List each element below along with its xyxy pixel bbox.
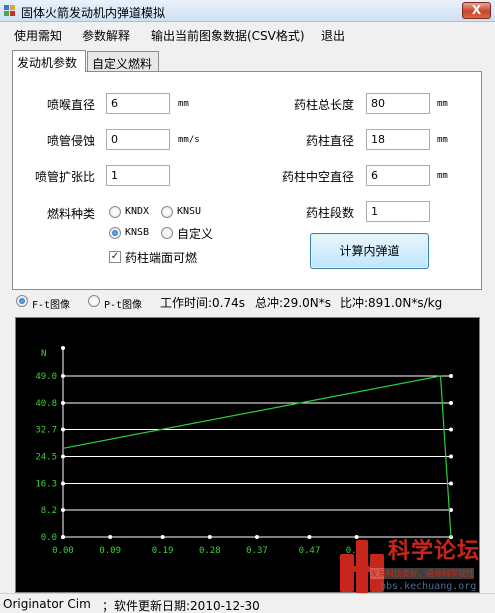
window-title: 固体火箭发动机内弹道模拟	[21, 6, 166, 20]
y-tick-label: 0.0	[41, 533, 57, 543]
x-tick-dot	[108, 535, 113, 539]
y-tick-label: 32.7	[35, 426, 57, 436]
y-axis-label: N	[41, 349, 46, 359]
nozzle-erosion-label: 喷管侵蚀	[47, 134, 96, 148]
ft-graph-radio[interactable]	[16, 295, 28, 307]
fuel-knsu-radio[interactable]	[161, 206, 173, 218]
pt-graph-radio[interactable]	[88, 295, 100, 307]
fuel-custom-label: 自定义	[177, 227, 214, 241]
x-tick-dot	[61, 535, 65, 539]
x-tick-label: 0.00	[52, 546, 74, 556]
grid-dot-right	[449, 400, 453, 405]
grain-diameter-label: 药柱直径	[306, 134, 355, 148]
status-update-date: ；软件更新日期:2010-12-30	[102, 599, 260, 613]
grid-dot-right	[449, 454, 453, 459]
grid-dot-left	[61, 508, 65, 513]
end-burn-label: 药柱端面可燃	[125, 251, 198, 265]
work-time-readout: 工作时间:0.74s	[160, 296, 246, 310]
engine-params-panel: 喷喉直径 mm 喷管侵蚀 mm/s 喷管扩张比 燃料种类 KNDX KNSU K…	[12, 71, 482, 290]
grid-dot-left	[61, 427, 65, 432]
grid-dot-left	[61, 374, 65, 378]
calculate-button[interactable]: 计算内弹道	[310, 233, 429, 269]
x-tick-dot	[255, 535, 259, 539]
tab-engine-params[interactable]: 发动机参数	[12, 50, 86, 72]
x-tick-dot	[160, 535, 165, 539]
fuel-custom-radio[interactable]	[161, 227, 173, 239]
fuel-type-label: 燃料种类	[47, 207, 96, 221]
menu-export-csv[interactable]: 输出当前图象数据(CSV格式)	[151, 27, 305, 44]
segments-label: 药柱段数	[306, 206, 355, 220]
menu-usage-notes[interactable]: 使用需知	[14, 27, 62, 44]
x-tick-label: 0.09	[99, 546, 121, 556]
app-icon	[4, 5, 16, 17]
y-tick-label: 16.3	[35, 479, 57, 489]
x-tick-label: 0.28	[199, 546, 221, 556]
fuel-knsu-label: KNSU	[177, 206, 202, 217]
grid-dot-right	[449, 374, 453, 378]
end-burn-checkbox[interactable]: ✓	[109, 251, 121, 263]
x-tick-label: 0.47	[299, 546, 321, 556]
segments-input[interactable]	[366, 201, 430, 222]
grain-length-input[interactable]	[366, 93, 430, 114]
fuel-knsb-label: KNSB	[125, 227, 150, 238]
y-axis-top-dot	[61, 346, 65, 350]
fuel-knsb-radio[interactable]	[109, 227, 121, 239]
fuel-kndx-label: KNDX	[125, 206, 150, 217]
menu-parameter-help[interactable]: 参数解释	[82, 27, 130, 44]
grain-length-label: 药柱总长度	[294, 98, 355, 112]
grain-length-unit: mm	[437, 99, 448, 109]
throat-diameter-input[interactable]	[106, 93, 170, 114]
watermark-title: 科学论坛	[388, 538, 481, 564]
core-diameter-input[interactable]	[366, 165, 430, 186]
grain-diameter-input[interactable]	[366, 129, 430, 150]
x-tick-dot	[207, 535, 212, 539]
grid-dot-right	[449, 427, 453, 432]
y-tick-label: 49.0	[35, 372, 57, 382]
menu-bar: 使用需知 参数解释 输出当前图象数据(CSV格式) 退出	[0, 22, 495, 46]
y-tick-label: 40.8	[35, 399, 57, 409]
y-tick-label: 24.5	[35, 453, 57, 463]
fuel-kndx-radio[interactable]	[109, 206, 121, 218]
nozzle-erosion-input[interactable]	[106, 129, 170, 150]
title-bar: 固体火箭发动机内弹道模拟 X	[0, 0, 495, 22]
expansion-ratio-input[interactable]	[106, 165, 170, 186]
tab-custom-fuel[interactable]: 自定义燃料	[87, 51, 159, 72]
close-button[interactable]: X	[462, 2, 491, 19]
grid-dot-left	[61, 454, 65, 459]
grid-dot-left	[61, 481, 65, 486]
core-diameter-unit: mm	[437, 171, 448, 181]
watermark-tagline: 发展科技爱好、倡导科学理性	[370, 568, 474, 579]
nozzle-erosion-unit: mm/s	[178, 135, 200, 145]
menu-exit[interactable]: 退出	[321, 27, 345, 44]
watermark-url: bbs.kechuang.org	[380, 581, 477, 592]
grid-dot-right	[449, 481, 453, 486]
specific-impulse-readout: 比冲:891.0N*s/kg	[340, 296, 443, 310]
total-impulse-readout: 总冲:29.0N*s	[255, 296, 331, 310]
throat-diameter-unit: mm	[178, 99, 189, 109]
x-tick-label: 0.19	[152, 546, 174, 556]
x-tick-dot	[307, 535, 312, 539]
y-tick-label: 8.2	[41, 506, 57, 516]
grain-diameter-unit: mm	[437, 135, 448, 145]
grid-dot-left	[61, 400, 65, 405]
status-bar: Originator Cim ；软件更新日期:2010-12-30	[0, 593, 495, 613]
pt-graph-label: P-t图像	[104, 300, 143, 311]
x-tick-label: 0.37	[246, 546, 268, 556]
core-diameter-label: 药柱中空直径	[282, 170, 355, 184]
ft-graph-label: F-t图像	[32, 300, 71, 311]
status-author: Originator Cim	[3, 597, 91, 611]
throat-diameter-label: 喷喉直径	[47, 98, 96, 112]
expansion-ratio-label: 喷管扩张比	[35, 170, 96, 184]
